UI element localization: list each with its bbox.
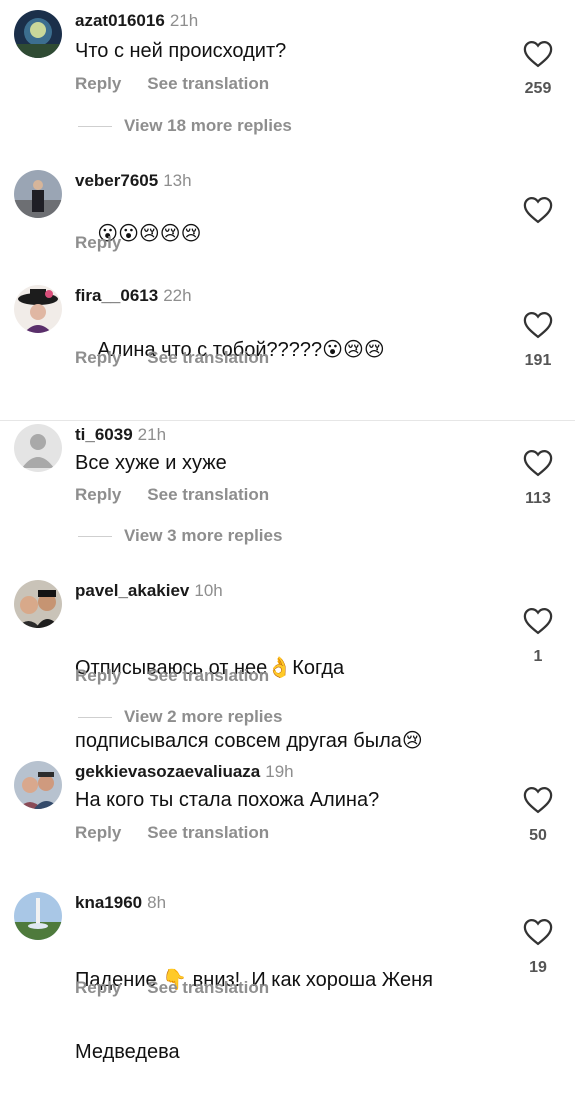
username[interactable]: fira__0613 [75, 286, 158, 305]
timestamp: 10h [194, 581, 223, 600]
comment-text: На кого ты стала похожа Алина? [75, 789, 380, 811]
see-translation-button[interactable]: See translation [147, 348, 269, 367]
comment-header: kna1960 8h [75, 892, 166, 914]
heart-icon[interactable] [523, 786, 553, 814]
avatar[interactable] [14, 170, 62, 218]
username[interactable]: ti_6039 [75, 425, 133, 444]
heart-icon[interactable] [523, 607, 553, 635]
emoji: 😢 [401, 728, 423, 752]
see-translation-button[interactable]: See translation [147, 823, 269, 842]
comment-actions: Reply See translation [75, 666, 269, 686]
comment-actions: Reply See translation [75, 978, 269, 998]
avatar[interactable] [14, 424, 62, 472]
like-count: 191 [524, 352, 552, 369]
avatar[interactable] [14, 10, 62, 58]
comment-header: ti_6039 21h [75, 424, 166, 446]
timestamp: 22h [163, 286, 192, 305]
reply-button[interactable]: Reply [75, 74, 121, 93]
like-count: 113 [525, 490, 551, 507]
comment-text: Все хуже и хуже [75, 452, 227, 474]
timestamp: 21h [169, 11, 199, 30]
view-more-replies-button[interactable]: View 18 more replies [78, 116, 292, 136]
comment-actions: Reply See translation [75, 485, 269, 505]
timestamp: 19h [265, 762, 294, 781]
divider [0, 420, 575, 421]
reply-button[interactable]: Reply [75, 666, 121, 685]
comment-header: pavel_akakiev 10h [75, 580, 223, 602]
timestamp: 13h [163, 171, 192, 190]
view-more-replies-button[interactable]: View 3 more replies [78, 526, 282, 546]
like-count: 259 [524, 80, 552, 97]
comment-line-2: подписывался совсем другая была😢 [75, 728, 485, 753]
username[interactable]: azat016016 [75, 11, 165, 30]
comment-text: Что с ней происходит? [75, 40, 287, 62]
heart-icon[interactable] [523, 196, 553, 224]
heart-icon[interactable] [523, 311, 553, 339]
reply-button[interactable]: Reply [75, 233, 121, 252]
view-more-replies-label: View 2 more replies [124, 707, 283, 726]
reply-button[interactable]: Reply [75, 485, 121, 504]
avatar[interactable] [14, 761, 62, 809]
emoji-sequence: 😮😢😢 [322, 337, 385, 361]
view-more-replies-label: View 3 more replies [124, 526, 283, 545]
comment-text-segment: Когда [292, 657, 345, 679]
timestamp: 21h [137, 425, 167, 444]
timestamp: 8h [147, 893, 167, 912]
heart-icon[interactable] [523, 918, 553, 946]
reply-button[interactable]: Reply [75, 978, 121, 997]
avatar[interactable] [14, 892, 62, 940]
like-count: 50 [529, 827, 547, 844]
see-translation-button[interactable]: See translation [147, 666, 269, 685]
see-translation-button[interactable]: See translation [147, 485, 269, 504]
comment-text-segment: подписывался совсем другая была [75, 730, 402, 752]
divider-line [78, 717, 112, 719]
username[interactable]: kna1960 [75, 893, 142, 912]
reply-button[interactable]: Reply [75, 348, 121, 367]
comment-line-2: Медведева [75, 1041, 180, 1063]
username[interactable]: pavel_akakiev [75, 581, 189, 600]
avatar[interactable] [14, 285, 62, 333]
heart-icon[interactable] [523, 449, 553, 477]
comment-actions: Reply See translation [75, 348, 269, 368]
view-more-replies-label: View 18 more replies [124, 116, 292, 135]
comment-header: veber7605 13h [75, 170, 192, 192]
username[interactable]: veber7605 [75, 171, 158, 190]
comment-header: azat016016 21h [75, 10, 198, 32]
avatar[interactable] [14, 580, 62, 628]
comment-header: gekkievasozaevaliuaza 19h [75, 761, 294, 783]
reply-button[interactable]: Reply [75, 823, 121, 842]
comment-header: fira__0613 22h [75, 285, 192, 307]
divider-line [78, 126, 112, 128]
heart-icon[interactable] [523, 40, 553, 68]
divider-line [78, 536, 112, 538]
comment-actions: Reply See translation [75, 823, 269, 843]
view-more-replies-button[interactable]: View 2 more replies [78, 707, 282, 727]
see-translation-button[interactable]: See translation [147, 74, 269, 93]
comment-text: Падение 👇 вниз! И как хороша Женя Медвед… [75, 919, 485, 1112]
like-count: 1 [533, 648, 543, 665]
comment-actions: Reply [75, 233, 147, 253]
comment-actions: Reply See translation [75, 74, 269, 94]
like-count: 19 [529, 959, 547, 976]
username[interactable]: gekkievasozaevaliuaza [75, 762, 260, 781]
see-translation-button[interactable]: See translation [147, 978, 269, 997]
emoji: 👌 [267, 655, 293, 679]
